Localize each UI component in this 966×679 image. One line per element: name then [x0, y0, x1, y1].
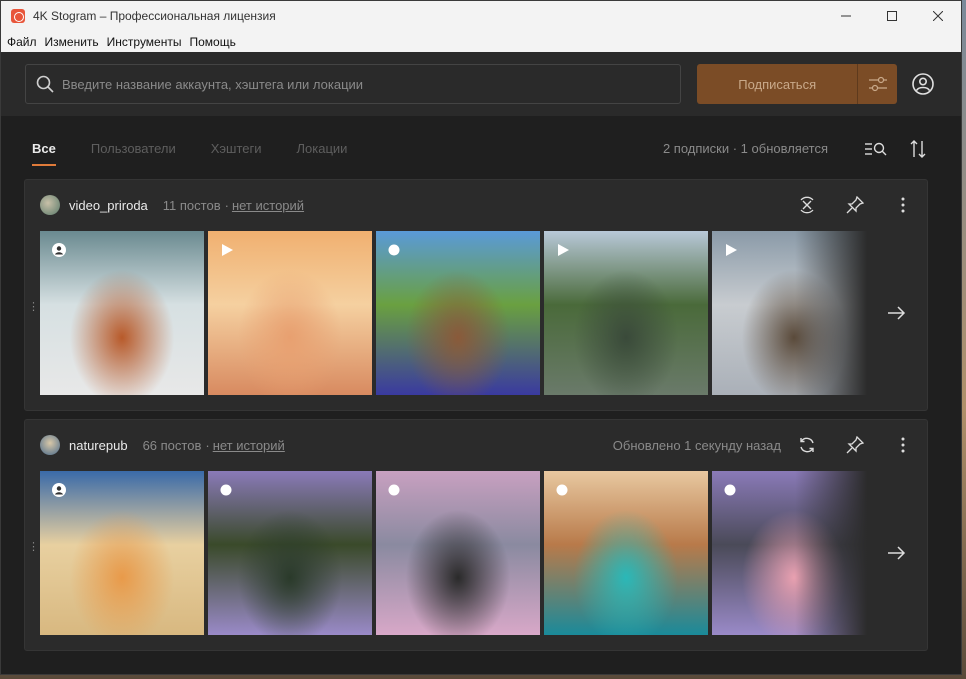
refresh-button[interactable]	[795, 433, 819, 457]
strip-fade	[795, 231, 875, 395]
user-icon	[52, 483, 66, 502]
subscription-status: 2 подписки · 1 обновляется	[662, 141, 828, 156]
app-logo-icon	[11, 9, 25, 23]
more-options-button[interactable]	[891, 433, 915, 457]
dot-icon	[220, 483, 232, 501]
account-button[interactable]	[909, 70, 937, 98]
account-name[interactable]: naturepub	[69, 438, 128, 453]
arrow-right-icon	[888, 306, 906, 320]
search-input[interactable]: Введите название аккаунта, хэштега или л…	[25, 64, 682, 104]
cancel-sync-icon	[800, 196, 814, 214]
stories-link[interactable]: нет историй	[232, 198, 304, 213]
drag-handle[interactable]: ⋮⋮	[28, 302, 50, 313]
dot-icon	[388, 483, 400, 501]
minimize-icon	[841, 15, 851, 17]
dot-icon	[556, 483, 568, 501]
pin-icon	[846, 436, 864, 454]
post-count: 66 постов	[142, 437, 202, 453]
tab-users[interactable]: Пользователи	[91, 131, 176, 166]
menu-edit[interactable]: Изменить	[45, 35, 99, 49]
more-vertical-icon	[901, 197, 905, 213]
thumbnail-strip	[40, 471, 870, 635]
next-posts-button[interactable]	[885, 541, 909, 565]
post-thumbnail[interactable]	[208, 471, 372, 635]
play-icon	[556, 243, 570, 262]
subscribe-settings-button[interactable]	[857, 64, 898, 104]
window-title: 4K Stogram – Профессиональная лицензия	[33, 9, 276, 23]
sliders-icon	[868, 76, 887, 92]
pin-icon	[846, 196, 864, 214]
avatar	[40, 195, 60, 215]
play-icon	[724, 243, 738, 262]
maximize-button[interactable]	[869, 1, 915, 31]
drag-handle[interactable]: ⋮⋮	[28, 542, 50, 553]
menu-file[interactable]: Файл	[7, 35, 37, 49]
close-icon	[933, 11, 943, 21]
thumbnail-strip	[40, 231, 870, 395]
post-thumbnail[interactable]	[544, 471, 708, 635]
menu-tools[interactable]: Инструменты	[107, 35, 182, 49]
strip-fade	[795, 471, 875, 635]
title-bar: 4K Stogram – Профессиональная лицензия	[1, 1, 961, 31]
user-icon	[52, 243, 66, 262]
dot-icon	[388, 243, 400, 261]
play-icon	[220, 243, 234, 262]
stop-update-button[interactable]	[795, 193, 819, 217]
sort-arrows-icon	[910, 139, 926, 158]
search-icon	[36, 75, 54, 93]
minimize-button[interactable]	[823, 1, 869, 31]
post-thumbnail[interactable]	[544, 231, 708, 395]
post-thumbnail[interactable]	[376, 471, 540, 635]
update-status: Обновлено 1 секунду назад	[612, 437, 781, 453]
card-header: video_priroda 11 постов · нет историй	[25, 180, 927, 230]
maximize-icon	[887, 11, 897, 21]
dot-icon	[724, 483, 736, 501]
account-name[interactable]: video_priroda	[69, 198, 148, 213]
next-posts-button[interactable]	[885, 301, 909, 325]
meta-separator: ·	[224, 197, 229, 213]
tab-hashtags[interactable]: Хэштеги	[211, 131, 262, 166]
stories-link[interactable]: нет историй	[213, 438, 285, 453]
meta-separator: ·	[205, 437, 210, 453]
post-count: 11 постов	[162, 197, 221, 213]
more-options-button[interactable]	[891, 193, 915, 217]
post-thumbnail[interactable]	[40, 471, 204, 635]
post-thumbnail[interactable]	[376, 231, 540, 395]
menu-help[interactable]: Помощь	[189, 35, 235, 49]
tab-locations[interactable]: Локации	[297, 131, 348, 166]
account-card-video-priroda: video_priroda 11 постов · нет историй ⋮⋮	[24, 179, 928, 411]
account-card-naturepub: naturepub 66 постов · нет историй Обновл…	[24, 419, 928, 651]
search-bar-area: Введите название аккаунта, хэштега или л…	[1, 52, 961, 116]
search-placeholder: Введите название аккаунта, хэштега или л…	[62, 76, 364, 92]
arrow-right-icon	[888, 546, 906, 560]
search-list-button[interactable]	[864, 137, 888, 161]
post-thumbnail[interactable]	[208, 231, 372, 395]
tab-bar: Все Пользователи Хэштеги Локации 2 подпи…	[1, 116, 961, 181]
user-circle-icon	[912, 73, 934, 95]
subscribe-button[interactable]: Подписаться	[697, 64, 858, 104]
menu-bar: Файл Изменить Инструменты Помощь	[1, 31, 961, 52]
more-vertical-icon	[901, 437, 905, 453]
close-button[interactable]	[915, 1, 961, 31]
tab-all[interactable]: Все	[32, 131, 56, 166]
pin-button[interactable]	[843, 433, 867, 457]
card-header: naturepub 66 постов · нет историй Обновл…	[25, 420, 927, 470]
post-thumbnail[interactable]	[40, 231, 204, 395]
refresh-icon	[800, 437, 814, 453]
sort-button[interactable]	[906, 137, 930, 161]
list-search-icon	[865, 142, 887, 155]
pin-button[interactable]	[843, 193, 867, 217]
avatar	[40, 435, 60, 455]
